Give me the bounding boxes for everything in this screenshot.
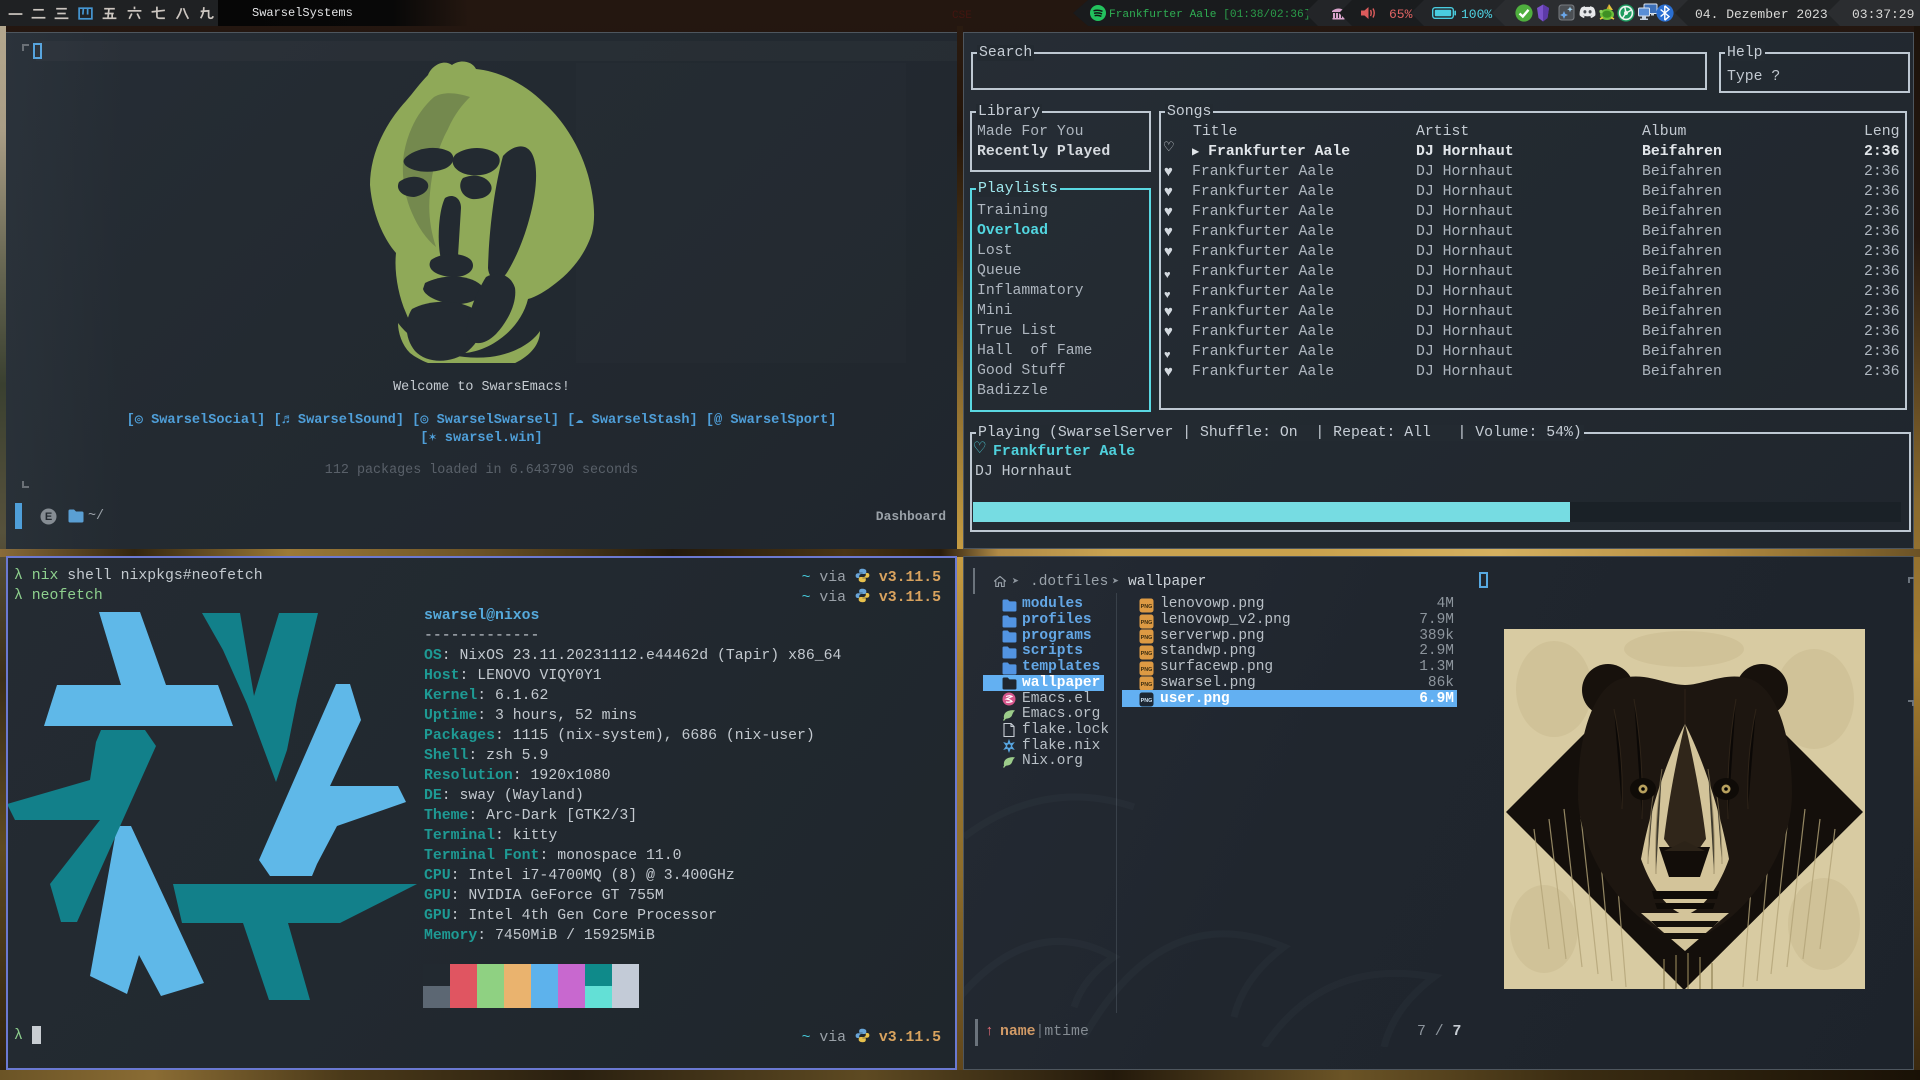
svg-text:PNG: PNG bbox=[1141, 698, 1153, 704]
svg-text:PNG: PNG bbox=[1141, 604, 1153, 610]
svg-text:PNG: PNG bbox=[1141, 682, 1153, 688]
svg-text:PNG: PNG bbox=[1141, 635, 1153, 641]
svg-text:PNG: PNG bbox=[1141, 667, 1153, 673]
svg-text:E: E bbox=[45, 511, 52, 523]
svg-text:PNG: PNG bbox=[1141, 620, 1153, 626]
svg-text:PNG: PNG bbox=[1141, 651, 1153, 657]
